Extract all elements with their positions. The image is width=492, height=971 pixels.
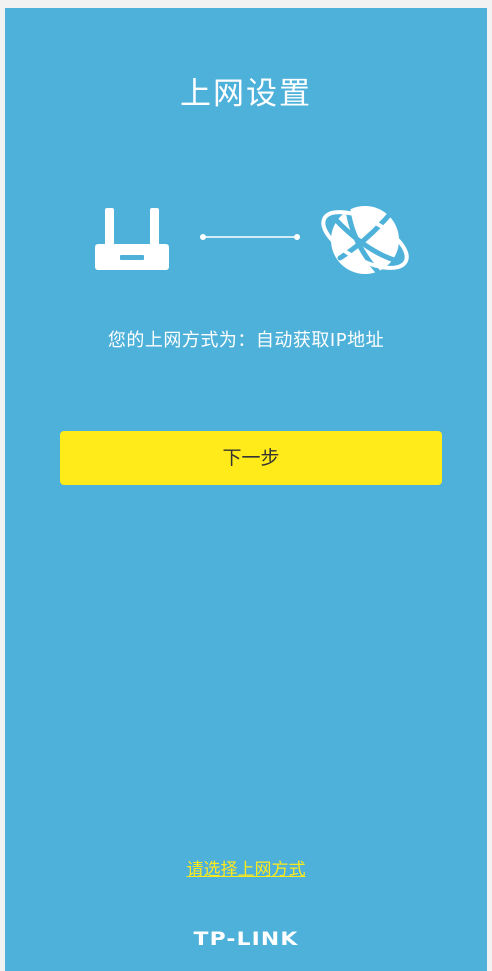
page-title: 上网设置: [180, 76, 312, 112]
connection-line-icon: [200, 234, 300, 240]
next-step-button[interactable]: 下一步: [60, 431, 442, 485]
globe-icon: [321, 206, 409, 277]
connection-method-text: 您的上网方式为：自动获取IP地址: [107, 330, 385, 351]
connection-illustration: [5, 198, 487, 288]
tp-link-logo: TP-LINK: [193, 928, 299, 950]
setup-screen: 上网设置 您的上网方式为：自动获取IP地址 下一步 请选择上网方式 TP-LIN…: [5, 8, 487, 971]
router-icon: [95, 208, 169, 270]
select-connection-method-link[interactable]: 请选择上网方式: [5, 855, 487, 880]
